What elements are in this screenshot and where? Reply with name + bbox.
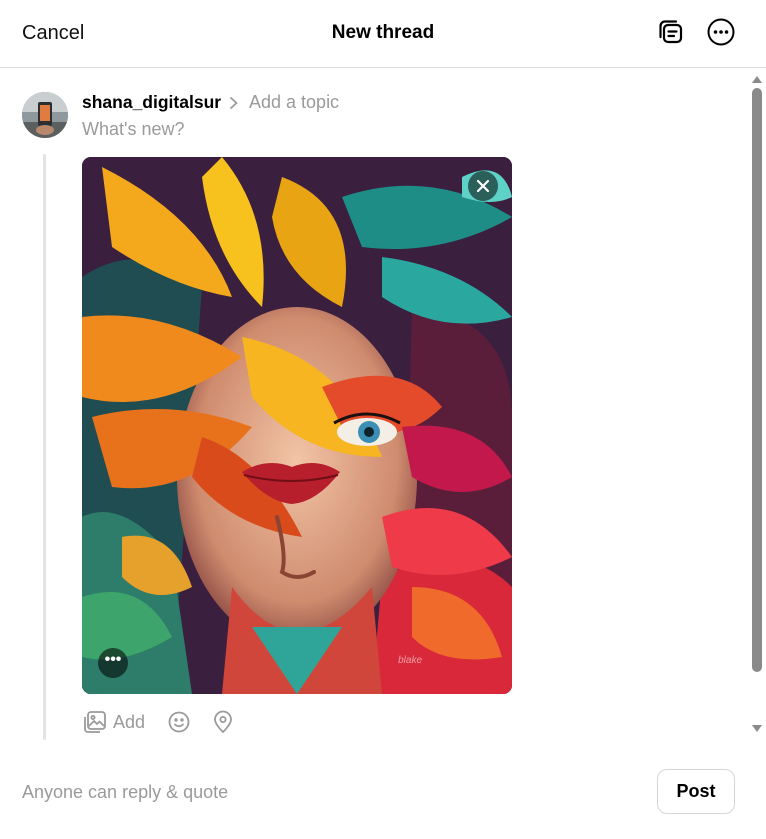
add-media-button[interactable]: Add bbox=[82, 708, 145, 736]
artist-signature: blake bbox=[398, 655, 422, 666]
thread-line bbox=[43, 154, 46, 740]
drafts-icon[interactable] bbox=[656, 17, 686, 47]
scrollbar[interactable] bbox=[748, 68, 766, 740]
chevron-right-icon bbox=[230, 97, 238, 109]
scroll-thumb[interactable] bbox=[752, 88, 762, 672]
scroll-down-arrow-icon[interactable] bbox=[751, 724, 763, 734]
add-topic-input[interactable]: Add a topic bbox=[249, 92, 339, 113]
close-icon bbox=[476, 179, 490, 193]
scroll-up-arrow-icon[interactable] bbox=[751, 74, 763, 84]
remove-image-button[interactable] bbox=[468, 171, 498, 201]
artwork-image bbox=[82, 157, 512, 694]
avatar[interactable] bbox=[22, 92, 68, 138]
gallery-icon bbox=[84, 711, 106, 733]
location-button[interactable] bbox=[211, 708, 235, 736]
add-label: Add bbox=[113, 711, 146, 732]
location-pin-icon bbox=[214, 710, 232, 733]
page-title: New thread bbox=[331, 22, 435, 43]
header-bar: Cancel New thread bbox=[0, 0, 766, 68]
post-button[interactable]: Post bbox=[657, 769, 735, 814]
emoji-button[interactable] bbox=[167, 708, 191, 736]
emoji-icon bbox=[168, 711, 190, 733]
username: shana_digitalsur bbox=[82, 92, 222, 112]
more-options-icon[interactable] bbox=[706, 17, 736, 47]
attached-image: ••• blake bbox=[82, 157, 512, 694]
image-options-button[interactable]: ••• bbox=[98, 648, 128, 678]
reply-settings-button[interactable]: Anyone can reply & quote bbox=[22, 782, 228, 803]
thread-text-input[interactable]: What's new? bbox=[82, 119, 184, 140]
